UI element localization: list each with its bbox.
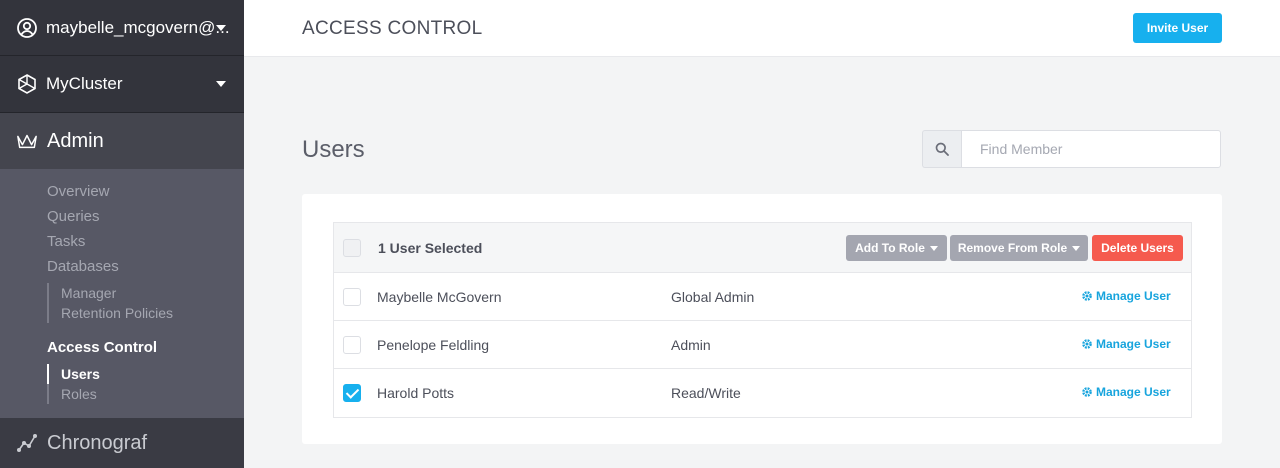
sidebar-item-label: Chronograf [47,431,148,454]
sidebar-item-queries[interactable]: Queries [47,208,100,225]
databases-submenu: Manager Retention Policies [47,283,173,323]
gear-icon [1082,339,1092,349]
table-row: Penelope Feldling Admin Manage User [334,321,1191,369]
sidebar-item-tasks[interactable]: Tasks [47,233,85,250]
users-panel: 1 User Selected Add To Role Remove From … [302,194,1222,444]
gear-icon [1082,291,1092,301]
remove-from-role-button[interactable]: Remove From Role [950,235,1088,261]
sidebar-item-roles[interactable]: Roles [61,384,100,404]
search-icon [922,130,961,168]
sidebar-item-manager[interactable]: Manager [61,283,173,303]
admin-submenu: Overview Queries Tasks Databases Manager… [0,169,244,418]
table-header: 1 User Selected Add To Role Remove From … [334,223,1191,273]
sidebar-item-label: Admin [47,129,104,152]
chevron-down-icon [929,245,938,251]
account-name: maybelle_mcgovern@... [46,17,230,37]
chevron-down-icon [1072,245,1081,251]
sidebar-item-chronograf[interactable]: Chronograf [0,418,244,468]
cluster-icon [16,73,38,95]
page-title: ACCESS CONTROL [302,18,483,39]
delete-users-button[interactable]: Delete Users [1092,235,1183,261]
cluster-menu[interactable]: MyCluster [0,56,244,113]
manage-user-link[interactable]: Manage User [1081,337,1171,351]
sidebar-item-users[interactable]: Users [47,364,100,384]
user-circle-icon [16,17,38,39]
gear-icon [1082,387,1092,397]
search-box [922,130,1221,168]
manage-user-label: Manage User [1096,337,1171,351]
remove-from-role-label: Remove From Role [957,241,1068,255]
page-header: ACCESS CONTROL Invite User [244,0,1280,57]
row-checkbox[interactable] [343,384,361,402]
sidebar-item-admin[interactable]: Admin [0,113,244,169]
select-all-checkbox[interactable] [343,239,361,257]
access-control-submenu: Users Roles [47,364,100,404]
row-checkbox[interactable] [343,288,361,306]
users-table: 1 User Selected Add To Role Remove From … [333,222,1192,418]
invite-user-button[interactable]: Invite User [1133,13,1222,43]
search-input[interactable] [961,130,1221,168]
manage-user-link[interactable]: Manage User [1081,385,1171,399]
user-role: Read/Write [671,385,741,401]
cluster-name: MyCluster [46,74,123,93]
user-name: Harold Potts [377,385,455,401]
graph-icon [16,432,38,454]
selection-count: 1 User Selected [378,240,483,256]
chevron-down-icon [216,24,226,31]
user-name: Maybelle McGovern [377,289,502,305]
sidebar-item-retention-policies[interactable]: Retention Policies [61,303,173,323]
user-role: Admin [671,337,711,353]
manage-user-label: Manage User [1096,385,1171,399]
sidebar: maybelle_mcgovern@... MyCluster Admin Ov… [0,0,244,468]
add-to-role-button[interactable]: Add To Role [846,235,947,261]
row-checkbox[interactable] [343,336,361,354]
manage-user-link[interactable]: Manage User [1081,289,1171,303]
user-name: Penelope Feldling [377,337,490,353]
account-menu[interactable]: maybelle_mcgovern@... [0,0,244,56]
add-to-role-label: Add To Role [855,241,925,255]
table-row: Maybelle McGovern Global Admin Manage Us… [334,273,1191,321]
sidebar-item-databases[interactable]: Databases [47,258,119,275]
manage-user-label: Manage User [1096,289,1171,303]
table-row: Harold Potts Read/Write Manage User [334,369,1191,417]
sidebar-item-overview[interactable]: Overview [47,183,110,200]
chevron-down-icon [216,81,226,87]
sidebar-item-access-control[interactable]: Access Control [47,339,157,356]
user-role: Global Admin [671,289,755,305]
crown-icon [16,130,38,152]
section-title: Users [302,136,365,163]
